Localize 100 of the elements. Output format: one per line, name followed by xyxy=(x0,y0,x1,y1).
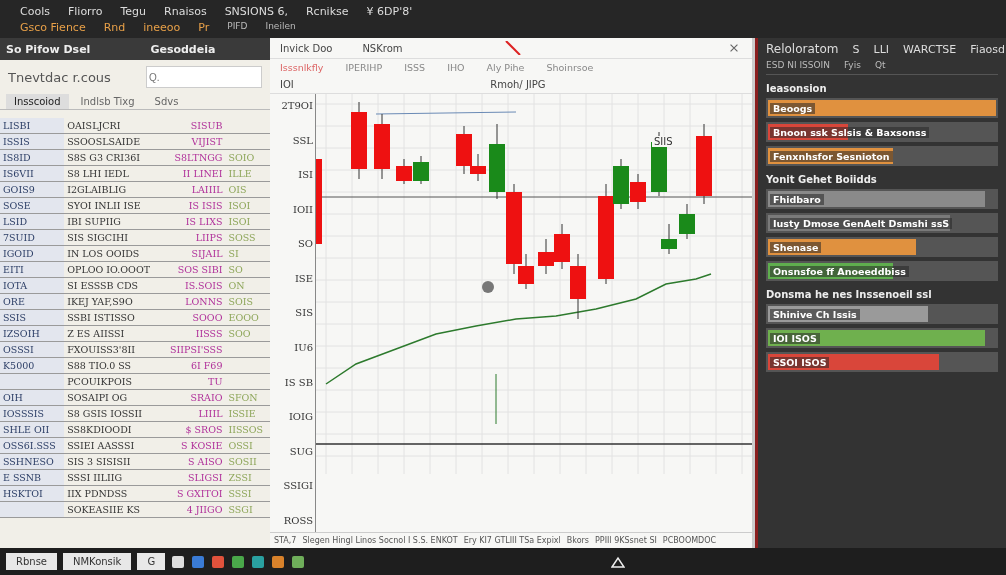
table-cell: SSBI ISTISSO xyxy=(67,312,135,323)
table-cell: OSSSI xyxy=(3,344,34,355)
table-cell: SIS 3 SISISII xyxy=(67,456,131,467)
table-cell: SI ESSSB CDS xyxy=(67,280,139,291)
section-heading: Yonit Gehet Boiidds xyxy=(766,173,878,185)
table-cell: SIS SIGCIHI xyxy=(67,232,128,243)
section-heading: Ieasonsion xyxy=(766,82,828,94)
table-cell: ILLE xyxy=(228,168,252,179)
header-label: LLI xyxy=(873,42,890,56)
menu-item[interactable]: Fliorro xyxy=(67,4,103,18)
table-cell: OSSI xyxy=(228,440,253,451)
app-icon[interactable] xyxy=(271,554,286,569)
toolbar-item[interactable]: IPERIHP xyxy=(345,62,383,73)
toolbar-item[interactable]: IHO xyxy=(447,62,465,73)
table-cell: SHLE OII xyxy=(3,424,50,435)
table-cell: S8 GSIS IOSSII xyxy=(67,408,143,419)
taskbar-button[interactable]: Rbnse xyxy=(6,553,57,570)
menu-item[interactable]: ineeoo xyxy=(143,20,181,34)
table-cell: LSID xyxy=(3,216,28,227)
axis-label: SO xyxy=(296,238,313,250)
table-cell: Z ES AIISSI xyxy=(67,328,125,339)
bar-label: Fhidbaro xyxy=(770,193,824,205)
table-cell: SOOO xyxy=(192,312,223,323)
tab[interactable]: Sdvs xyxy=(146,94,187,109)
toolbar-item[interactable]: Shoinrsoe xyxy=(546,62,594,73)
candlestick xyxy=(661,223,677,255)
status-text: Ery KI7 GTLIII TSa Expixl xyxy=(463,536,561,545)
toolbar-item[interactable]: Aly Pihe xyxy=(486,62,525,73)
chart-title: Rmoh/ JIPG xyxy=(490,79,546,90)
tab[interactable]: Insscoiod xyxy=(6,94,69,109)
table-cell: SRAIO xyxy=(190,392,223,403)
table-cell: SOSE xyxy=(3,200,31,211)
app-icon[interactable] xyxy=(171,554,186,569)
table-cell: I2GLAIBLIG xyxy=(67,184,127,195)
table-cell: SIJAIL xyxy=(191,248,223,259)
axis-label: IOIG xyxy=(287,411,313,423)
search-field[interactable]: Q. xyxy=(146,66,262,88)
table-cell: IGOID xyxy=(3,248,34,259)
menu-item[interactable]: Rnd xyxy=(103,20,126,34)
table-cell: ISOI xyxy=(228,200,251,211)
table-cell: IISSS xyxy=(195,328,223,339)
table-cell: SSHNESO xyxy=(3,456,54,467)
tab[interactable]: Indlsb Tixg xyxy=(72,94,143,109)
axis-label: IS SB xyxy=(283,376,313,388)
marker-line xyxy=(495,373,497,425)
menu-item[interactable]: SNSIONS 6, xyxy=(224,4,288,18)
bar-label: Shinive Ch Issis xyxy=(770,308,860,320)
table-cell: 7SUID xyxy=(3,232,35,243)
menu-item[interactable]: Gsco Fience xyxy=(20,20,86,34)
menu-item[interactable]: Rcnikse xyxy=(305,4,349,18)
table-cell: ISOI xyxy=(228,216,251,227)
table-cell: LISBI xyxy=(3,120,31,131)
bar-label: Fenxnhsfor Sesnioton xyxy=(770,150,893,162)
table-cell: S KOSIE xyxy=(181,440,223,451)
tab[interactable]: NSKrom xyxy=(362,42,403,54)
table-cell: SO xyxy=(228,264,243,275)
table-cell: SOO xyxy=(228,328,251,339)
table-cell: SFON xyxy=(228,392,258,403)
table-cell: OPLOO IO.OOOT xyxy=(67,264,150,275)
section-heading: Donsma he nes Inssenoeil ssl xyxy=(766,288,933,300)
header-label: S xyxy=(852,42,860,56)
table-cell: SI xyxy=(228,248,239,259)
table-cell: SOS SIBI xyxy=(177,264,223,275)
status-text: STA,7 xyxy=(274,536,297,545)
axis-label: 2T9OI xyxy=(280,100,313,111)
table-cell: E SSNB xyxy=(3,472,42,483)
table-cell: IN LOS OOIDS xyxy=(67,248,140,259)
table-cell: 4 JIIGO xyxy=(186,504,223,515)
menu-item[interactable]: Tegu xyxy=(120,4,147,18)
mountain-icon[interactable] xyxy=(611,554,626,569)
status-text: PCBOOMDOC xyxy=(662,536,717,545)
taskbar-button[interactable]: NMKonsik xyxy=(63,553,132,570)
cursor-dot xyxy=(482,281,494,293)
app-icon[interactable] xyxy=(291,554,306,569)
menu-item[interactable]: Rnaisos xyxy=(164,4,207,18)
menu-item[interactable]: ¥ 6DP'8' xyxy=(366,4,413,18)
table-cell: S88 TIO.0 SS xyxy=(67,360,132,371)
table-cell: SSSI IILIIG xyxy=(67,472,123,483)
table-cell: SYOI INLII ISE xyxy=(67,200,141,211)
app-icon[interactable] xyxy=(231,554,246,569)
table-cell: VIJIST xyxy=(191,136,223,147)
table-cell: SOKEASIIE KS xyxy=(67,504,140,515)
table-cell: SOIO xyxy=(228,152,255,163)
toolbar-item[interactable]: ISSS xyxy=(404,62,426,73)
menu-item[interactable]: Cools xyxy=(20,4,50,18)
table-cell: ORE xyxy=(3,296,25,307)
table-cell: LAIIIL xyxy=(191,184,223,195)
taskbar-button[interactable]: G xyxy=(137,553,166,570)
table-cell: SSGI xyxy=(228,504,253,515)
table-cell: SS8KDIOODI xyxy=(67,424,132,435)
table-cell: IKEJ YAF,S9O xyxy=(67,296,133,307)
panel-title: Tnevtdac r.cous xyxy=(8,69,112,85)
table-cell: S AISO xyxy=(188,456,223,467)
table-cell: LONNS xyxy=(185,296,223,307)
app-icon[interactable] xyxy=(251,554,266,569)
menu-item[interactable]: Pr xyxy=(198,20,210,34)
table-cell: HSKTOI xyxy=(3,488,43,499)
table-cell: OIH xyxy=(3,392,23,403)
table-cell: IS ISIS xyxy=(188,200,223,211)
table-cell: SIIPSI'SSS xyxy=(170,344,223,355)
